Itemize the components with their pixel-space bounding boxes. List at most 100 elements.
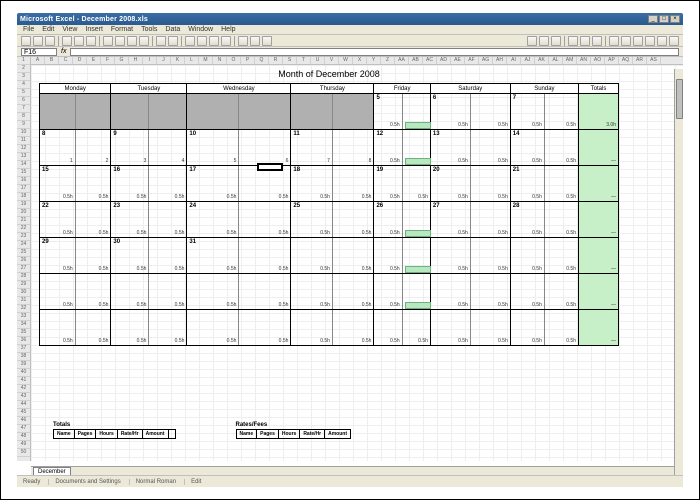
- column-header[interactable]: M: [199, 57, 213, 64]
- column-header[interactable]: Y: [367, 57, 381, 64]
- open-icon[interactable]: [33, 36, 43, 46]
- column-header[interactable]: G: [115, 57, 129, 64]
- row-header[interactable]: 13: [17, 153, 30, 161]
- chart-icon[interactable]: [238, 36, 248, 46]
- row-header[interactable]: 35: [17, 329, 30, 337]
- row-header[interactable]: 18: [17, 193, 30, 201]
- row-header[interactable]: 24: [17, 241, 30, 249]
- row-header[interactable]: 11: [17, 137, 30, 145]
- borders-icon[interactable]: [645, 36, 655, 46]
- column-header[interactable]: K: [171, 57, 185, 64]
- column-header[interactable]: AO: [591, 57, 605, 64]
- calendar-cell[interactable]: 0.5h0.5h: [40, 310, 111, 346]
- column-header[interactable]: H: [129, 57, 143, 64]
- paste-icon[interactable]: [127, 36, 137, 46]
- comma-icon[interactable]: [633, 36, 643, 46]
- column-header[interactable]: AG: [479, 57, 493, 64]
- calendar-cell[interactable]: 0.5h0.5h: [374, 274, 430, 310]
- calendar-cell[interactable]: 260.5h0.5h: [374, 202, 430, 238]
- calendar-cell[interactable]: 0.5h0.5h: [430, 274, 510, 310]
- row-header[interactable]: 17: [17, 185, 30, 193]
- row-header[interactable]: 21: [17, 217, 30, 225]
- calendar-cell[interactable]: 270.5h0.5h: [430, 202, 510, 238]
- row-header[interactable]: 14: [17, 161, 30, 169]
- calendar-cell[interactable]: 0.5h0.5h: [374, 310, 430, 346]
- row-header[interactable]: 8: [17, 113, 30, 121]
- column-header[interactable]: AM: [563, 57, 577, 64]
- row-header[interactable]: 37: [17, 345, 30, 353]
- row-header[interactable]: 29: [17, 281, 30, 289]
- fill-color-icon[interactable]: [657, 36, 667, 46]
- column-header[interactable]: I: [143, 57, 157, 64]
- save-icon[interactable]: [45, 36, 55, 46]
- fx-icon[interactable]: fx: [61, 48, 66, 55]
- row-header[interactable]: 32: [17, 305, 30, 313]
- calendar-cell[interactable]: [111, 94, 187, 130]
- row-header[interactable]: 30: [17, 289, 30, 297]
- column-header[interactable]: P: [241, 57, 255, 64]
- menu-data[interactable]: Data: [165, 26, 180, 33]
- column-header[interactable]: E: [87, 57, 101, 64]
- calendar-cell[interactable]: 230.5h0.5h: [111, 202, 187, 238]
- column-header[interactable]: Q: [255, 57, 269, 64]
- calendar-cell[interactable]: 130.5h0.5h: [430, 130, 510, 166]
- column-header[interactable]: V: [325, 57, 339, 64]
- new-icon[interactable]: [21, 36, 31, 46]
- column-header[interactable]: AR: [633, 57, 647, 64]
- column-header[interactable]: AF: [465, 57, 479, 64]
- calendar-cell[interactable]: [291, 94, 374, 130]
- row-header[interactable]: 40: [17, 369, 30, 377]
- row-header[interactable]: 36: [17, 337, 30, 345]
- column-header[interactable]: T: [297, 57, 311, 64]
- row-header[interactable]: 3: [17, 73, 30, 81]
- column-header[interactable]: L: [185, 57, 199, 64]
- row-header[interactable]: 44: [17, 401, 30, 409]
- row-header[interactable]: 5: [17, 89, 30, 97]
- menu-format[interactable]: Format: [111, 26, 133, 33]
- column-header[interactable]: AC: [423, 57, 437, 64]
- menu-view[interactable]: View: [62, 26, 77, 33]
- row-header[interactable]: 2: [17, 65, 30, 73]
- column-header[interactable]: AQ: [619, 57, 633, 64]
- italic-icon[interactable]: [539, 36, 549, 46]
- row-header[interactable]: 46: [17, 417, 30, 425]
- menu-tools[interactable]: Tools: [141, 26, 157, 33]
- row-header[interactable]: 34: [17, 321, 30, 329]
- calendar-cell[interactable]: 60.5h0.5h: [430, 94, 510, 130]
- align-right-icon[interactable]: [592, 36, 602, 46]
- column-header[interactable]: Z: [381, 57, 395, 64]
- underline-icon[interactable]: [551, 36, 561, 46]
- close-button[interactable]: ×: [670, 15, 680, 23]
- calendar-cell[interactable]: 120.5h0.5h: [374, 130, 430, 166]
- row-header[interactable]: 9: [17, 121, 30, 129]
- row-header[interactable]: 39: [17, 361, 30, 369]
- calendar-cell[interactable]: [40, 94, 111, 130]
- maximize-button[interactable]: □: [659, 15, 669, 23]
- calendar-cell[interactable]: 0.5h0.5h: [430, 238, 510, 274]
- calendar-cell[interactable]: 0.5h0.5h: [374, 238, 430, 274]
- row-header[interactable]: 43: [17, 393, 30, 401]
- print-icon[interactable]: [62, 36, 72, 46]
- row-header[interactable]: 50: [17, 449, 30, 457]
- redo-icon[interactable]: [168, 36, 178, 46]
- column-header[interactable]: AJ: [521, 57, 535, 64]
- vertical-scrollbar[interactable]: [674, 69, 683, 475]
- calendar-cell[interactable]: 310.5h0.5h: [187, 238, 291, 274]
- column-header[interactable]: AI: [507, 57, 521, 64]
- column-header[interactable]: AH: [493, 57, 507, 64]
- sort-desc-icon[interactable]: [221, 36, 231, 46]
- column-header[interactable]: A: [31, 57, 45, 64]
- row-header[interactable]: 1: [17, 57, 30, 65]
- menu-window[interactable]: Window: [188, 26, 213, 33]
- column-header[interactable]: S: [283, 57, 297, 64]
- column-header[interactable]: C: [59, 57, 73, 64]
- column-header[interactable]: B: [45, 57, 59, 64]
- row-header[interactable]: 41: [17, 377, 30, 385]
- column-header[interactable]: J: [157, 57, 171, 64]
- row-header[interactable]: 42: [17, 385, 30, 393]
- copy-icon[interactable]: [115, 36, 125, 46]
- calendar-cell[interactable]: 190.5h0.5h: [374, 166, 430, 202]
- minimize-button[interactable]: _: [648, 15, 658, 23]
- calendar-cell[interactable]: 160.5h0.5h: [111, 166, 187, 202]
- calendar-cell[interactable]: 250.5h0.5h: [291, 202, 374, 238]
